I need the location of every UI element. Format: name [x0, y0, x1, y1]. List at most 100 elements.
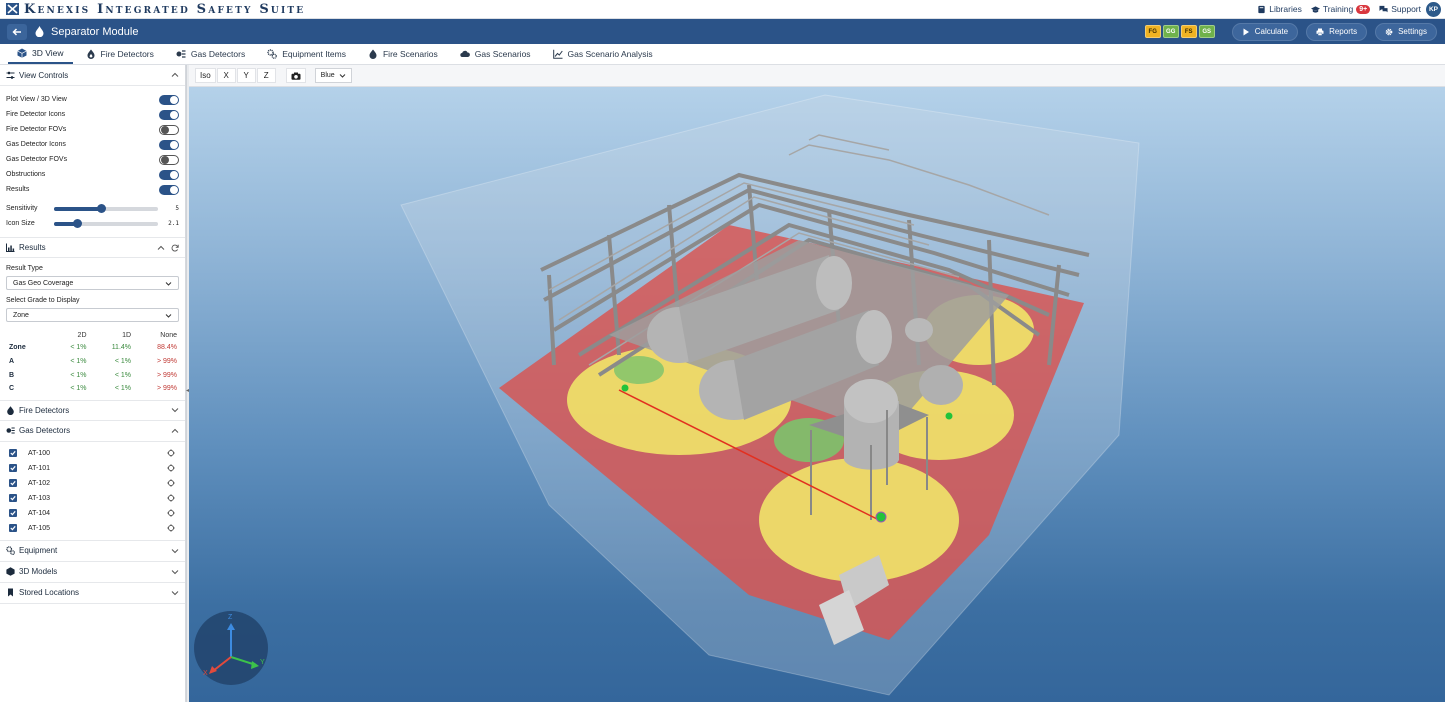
screenshot-button[interactable] [285, 68, 306, 83]
crosshair-icon[interactable] [167, 494, 175, 502]
color-scheme-value: Blue [320, 72, 335, 79]
settings-button[interactable]: Settings [1375, 22, 1437, 41]
status-badge: GG [1162, 25, 1179, 38]
libraries-link[interactable]: Libraries [1257, 4, 1302, 14]
fire-detectors-section-header[interactable]: Fire Detectors [0, 399, 185, 421]
toggle-switch[interactable] [159, 184, 179, 195]
module-title: Separator Module [51, 25, 139, 38]
3d-models-section-header[interactable]: 3D Models [0, 562, 185, 583]
tab-gas-detectors[interactable]: Gas Detectors [167, 44, 254, 64]
sliders-icon [6, 71, 15, 79]
cell-2d: < 1% [70, 344, 87, 352]
tab-gas-scenarios[interactable]: Gas Scenarios [451, 44, 540, 64]
3d-viewport[interactable]: Z Y X Iso X Y Z Blue [189, 65, 1445, 702]
detector-checkbox[interactable] [9, 509, 17, 518]
row-label: Zone [9, 344, 26, 352]
toggle-switch[interactable] [159, 109, 179, 120]
gas-detector-marker[interactable] [875, 511, 887, 523]
arrow-left-icon [12, 27, 21, 36]
crosshair-icon[interactable] [167, 449, 175, 457]
gears-icon [6, 546, 15, 556]
table-row: A < 1% < 1% > 99% [6, 355, 180, 369]
detector-checkbox[interactable] [9, 494, 17, 503]
tab-label: Equipment Items [282, 49, 346, 59]
toggle-switch[interactable] [159, 94, 179, 105]
coverage-zone-yellow [759, 458, 959, 582]
slider-track[interactable] [54, 218, 158, 228]
toggle-switch[interactable] [159, 124, 179, 135]
tab-equipment-items[interactable]: Equipment Items [258, 44, 355, 64]
equipment-section-header[interactable]: Equipment [0, 541, 185, 562]
slider-thumb[interactable] [72, 218, 82, 228]
detector-checkbox[interactable] [9, 464, 17, 473]
slider-track[interactable] [54, 203, 158, 213]
result-type-select[interactable]: Gas Geo Coverage [6, 276, 179, 290]
module-status-badges: FG GG FS GS [1143, 25, 1215, 38]
detector-checkbox[interactable] [9, 449, 17, 458]
user-avatar[interactable]: KP [1426, 1, 1441, 17]
view-iso-button[interactable]: Iso [195, 68, 216, 83]
color-scheme-select[interactable]: Blue [314, 68, 352, 83]
tab-fire-scenarios[interactable]: Fire Scenarios [359, 44, 447, 64]
cell-2d: < 1% [70, 385, 87, 393]
tab-3d-view[interactable]: 3D View [8, 44, 73, 64]
detector-id: AT-100 [28, 449, 51, 457]
tab-fire-detectors[interactable]: Fire Detectors [77, 44, 163, 64]
view-z-button[interactable]: Z [256, 68, 276, 83]
crosshair-icon[interactable] [167, 509, 175, 517]
grade-select[interactable]: Zone [6, 308, 179, 322]
cloud-icon [460, 50, 470, 58]
gears-icon [267, 49, 278, 59]
tab-label: Gas Scenario Analysis [567, 49, 653, 59]
crosshair-icon[interactable] [167, 479, 175, 487]
slider-label: Icon Size [6, 220, 35, 227]
gas-detector-marker[interactable] [621, 384, 629, 392]
3d-models-section-title: 3D Models [19, 567, 58, 577]
slider-thumb[interactable] [96, 203, 106, 213]
crosshair-icon[interactable] [167, 464, 175, 472]
toggle-switch[interactable] [159, 169, 179, 180]
gas-detector-marker[interactable] [945, 412, 953, 420]
view-x-button[interactable]: X [216, 68, 236, 83]
toggle-switch[interactable] [159, 139, 179, 150]
cell-2d: < 1% [70, 371, 87, 379]
gas-detectors-section-header[interactable]: Gas Detectors [0, 421, 185, 442]
status-badge: FS [1180, 25, 1197, 38]
3d-scene[interactable]: Z Y X [189, 65, 1445, 702]
view-y-button[interactable]: Y [236, 68, 256, 83]
detector-checkbox[interactable] [9, 524, 17, 533]
calculate-button[interactable]: Calculate [1231, 22, 1299, 41]
checkmark-icon [10, 481, 16, 486]
toggle-label: Gas Detector FOVs [6, 156, 68, 163]
tab-label: Fire Scenarios [382, 49, 438, 59]
detector-checkbox[interactable] [9, 479, 17, 488]
view-controls-header[interactable]: View Controls [0, 65, 185, 86]
module-header: Separator Module FG GG FS GS Calculate Repo… [0, 19, 1445, 44]
toggle-label: Results [6, 186, 30, 193]
support-label: Support [1391, 4, 1421, 14]
back-button[interactable] [7, 23, 27, 40]
chevron-down-icon [171, 408, 179, 413]
refresh-icon[interactable] [171, 244, 179, 252]
tab-gas-scenario-analysis[interactable]: Gas Scenario Analysis [544, 44, 662, 64]
toggle-knob [170, 95, 178, 104]
reports-button[interactable]: Reports [1306, 22, 1368, 41]
camera-icon [291, 72, 301, 80]
column-header: 2D [77, 331, 87, 339]
cell-1d: 11.4% [111, 344, 132, 352]
results-header[interactable]: Results [0, 237, 185, 258]
list-item: AT-100 [0, 446, 185, 461]
tab-label: Fire Detectors [100, 49, 154, 59]
toggle-knob [170, 140, 178, 149]
toggle-knob [161, 155, 169, 164]
chat-bubbles-icon [1379, 5, 1388, 12]
flame-drop-icon [35, 26, 44, 37]
stored-locations-section-header[interactable]: Stored Locations [0, 583, 185, 604]
gas-detector-list: AT-100 AT-101 AT-102 AT-103 AT-104 AT-105 [0, 442, 185, 541]
training-link[interactable]: Training 9+ [1310, 4, 1371, 14]
crosshair-icon[interactable] [167, 524, 175, 532]
toggle-switch[interactable] [159, 154, 179, 165]
support-link[interactable]: Support [1379, 4, 1421, 14]
gas-detector-icon [6, 427, 15, 434]
flame-icon [369, 49, 377, 59]
